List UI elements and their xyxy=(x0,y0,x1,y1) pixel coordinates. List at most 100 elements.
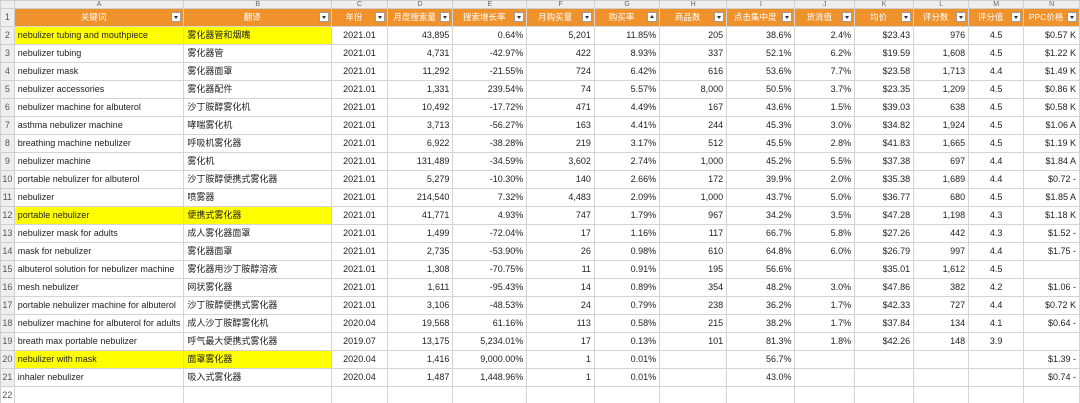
cell[interactable] xyxy=(1023,260,1080,279)
cell[interactable]: 呼吸机雾化器 xyxy=(183,134,333,153)
cell[interactable] xyxy=(593,386,661,403)
cell[interactable]: 2.09% xyxy=(593,188,661,207)
cell[interactable]: 11.85% xyxy=(593,26,661,45)
cell[interactable]: 9,000.00% xyxy=(452,350,528,369)
header-cell[interactable]: 月度搜索量 xyxy=(386,8,454,27)
cell[interactable]: 41,771 xyxy=(386,206,454,225)
header-cell[interactable]: 评分值 xyxy=(968,8,1025,27)
cell[interactable]: $1.84 A xyxy=(1023,152,1080,171)
cell[interactable]: 976 xyxy=(913,26,970,45)
column-letter-N[interactable]: N xyxy=(1023,0,1080,9)
cell[interactable]: 163 xyxy=(526,116,595,135)
cell[interactable]: 2021.01 xyxy=(331,62,388,81)
cell[interactable]: 雾化器管 xyxy=(183,44,333,63)
cell[interactable]: 1.79% xyxy=(593,206,661,225)
cell[interactable]: 2021.01 xyxy=(331,152,388,171)
cell[interactable]: 5,234.01% xyxy=(452,332,528,351)
cell[interactable]: $35.01 xyxy=(854,260,915,279)
cell[interactable]: 3.7% xyxy=(794,80,856,99)
cell[interactable]: 11 xyxy=(526,260,595,279)
cell[interactable]: 0.64% xyxy=(452,26,528,45)
cell[interactable]: 0.79% xyxy=(593,296,661,315)
cell[interactable]: 24 xyxy=(526,296,595,315)
cell[interactable]: nebulizer machine for albuterol xyxy=(13,98,185,117)
cell[interactable]: 61.16% xyxy=(452,314,528,333)
filter-dropdown-icon[interactable] xyxy=(319,12,330,22)
cell[interactable]: 5.5% xyxy=(794,152,856,171)
row-number[interactable]: 3 xyxy=(0,44,15,63)
cell[interactable] xyxy=(183,386,333,403)
filter-dropdown-icon[interactable] xyxy=(581,12,592,22)
cell[interactable]: 43.6% xyxy=(726,98,796,117)
cell[interactable]: 3.9 xyxy=(968,332,1025,351)
cell[interactable]: 4.5 xyxy=(968,80,1025,99)
cell[interactable]: 1,331 xyxy=(386,80,454,99)
cell[interactable]: 1,448.96% xyxy=(452,368,528,387)
cell[interactable]: 680 xyxy=(913,188,970,207)
cell[interactable]: 1,000 xyxy=(659,152,728,171)
header-cell[interactable]: 货流值 xyxy=(794,8,856,27)
cell[interactable]: 1,924 xyxy=(913,116,970,135)
cell[interactable]: 5,279 xyxy=(386,170,454,189)
cell[interactable]: mesh nebulizer xyxy=(13,278,185,297)
cell[interactable]: 0.89% xyxy=(593,278,661,297)
cell[interactable]: 117 xyxy=(659,224,728,243)
cell[interactable]: 1,000 xyxy=(659,188,728,207)
cell[interactable]: $1.52 - xyxy=(1023,224,1080,243)
filter-dropdown-icon[interactable] xyxy=(171,12,182,22)
cell[interactable]: 4,731 xyxy=(386,44,454,63)
cell[interactable]: 219 xyxy=(526,134,595,153)
cell[interactable]: 11,292 xyxy=(386,62,454,81)
header-cell[interactable]: 搜索增长率 xyxy=(452,8,528,27)
cell[interactable]: 2020.04 xyxy=(331,314,388,333)
cell[interactable]: 1,713 xyxy=(913,62,970,81)
cell[interactable]: 雾化器配件 xyxy=(183,80,333,99)
cell[interactable]: 45.3% xyxy=(726,116,796,135)
header-cell[interactable]: 月购买量 xyxy=(526,8,595,27)
cell[interactable]: 697 xyxy=(913,152,970,171)
cell[interactable]: breath max portable nebulizer xyxy=(13,332,185,351)
column-letter-J[interactable]: J xyxy=(794,0,856,9)
cell[interactable]: $47.86 xyxy=(854,278,915,297)
row-number[interactable]: 5 xyxy=(0,80,15,99)
cell[interactable]: 成人沙丁胺醇雾化机 xyxy=(183,314,333,333)
row-number[interactable]: 11 xyxy=(0,188,15,207)
cell[interactable]: -42.97% xyxy=(452,44,528,63)
cell[interactable]: 442 xyxy=(913,224,970,243)
cell[interactable] xyxy=(659,368,728,387)
cell[interactable]: 1,198 xyxy=(913,206,970,225)
cell[interactable]: $1.39 - xyxy=(1023,350,1080,369)
cell[interactable]: $0.57 K xyxy=(1023,26,1080,45)
cell[interactable]: 724 xyxy=(526,62,595,81)
cell[interactable]: 面罩雾化器 xyxy=(183,350,333,369)
cell[interactable] xyxy=(968,386,1025,403)
column-letter-K[interactable]: K xyxy=(854,0,915,9)
cell[interactable]: 354 xyxy=(659,278,728,297)
cell[interactable]: 2021.01 xyxy=(331,116,388,135)
cell[interactable]: 0.01% xyxy=(593,350,661,369)
cell[interactable]: 1.5% xyxy=(794,98,856,117)
cell[interactable]: 3.17% xyxy=(593,134,661,153)
cell[interactable]: -72.04% xyxy=(452,224,528,243)
cell[interactable]: $27.26 xyxy=(854,224,915,243)
cell[interactable]: 13,175 xyxy=(386,332,454,351)
cell[interactable]: $47.28 xyxy=(854,206,915,225)
cell[interactable] xyxy=(794,350,856,369)
row-number[interactable]: 14 xyxy=(0,242,15,261)
cell[interactable]: 4.5 xyxy=(968,98,1025,117)
cell[interactable]: $26.79 xyxy=(854,242,915,261)
cell[interactable]: 52.1% xyxy=(726,44,796,63)
cell[interactable]: 4.5 xyxy=(968,44,1025,63)
cell[interactable]: 81.3% xyxy=(726,332,796,351)
cell[interactable] xyxy=(659,350,728,369)
cell[interactable]: -10.30% xyxy=(452,170,528,189)
cell[interactable]: $35.38 xyxy=(854,170,915,189)
cell[interactable]: mask for nebulizer xyxy=(13,242,185,261)
cell[interactable]: 244 xyxy=(659,116,728,135)
cell[interactable]: $1.22 K xyxy=(1023,44,1080,63)
cell[interactable]: 4.2 xyxy=(968,278,1025,297)
cell[interactable]: 1.8% xyxy=(794,332,856,351)
cell[interactable]: 6.2% xyxy=(794,44,856,63)
cell[interactable]: 1 xyxy=(526,350,595,369)
cell[interactable]: 雾化机 xyxy=(183,152,333,171)
